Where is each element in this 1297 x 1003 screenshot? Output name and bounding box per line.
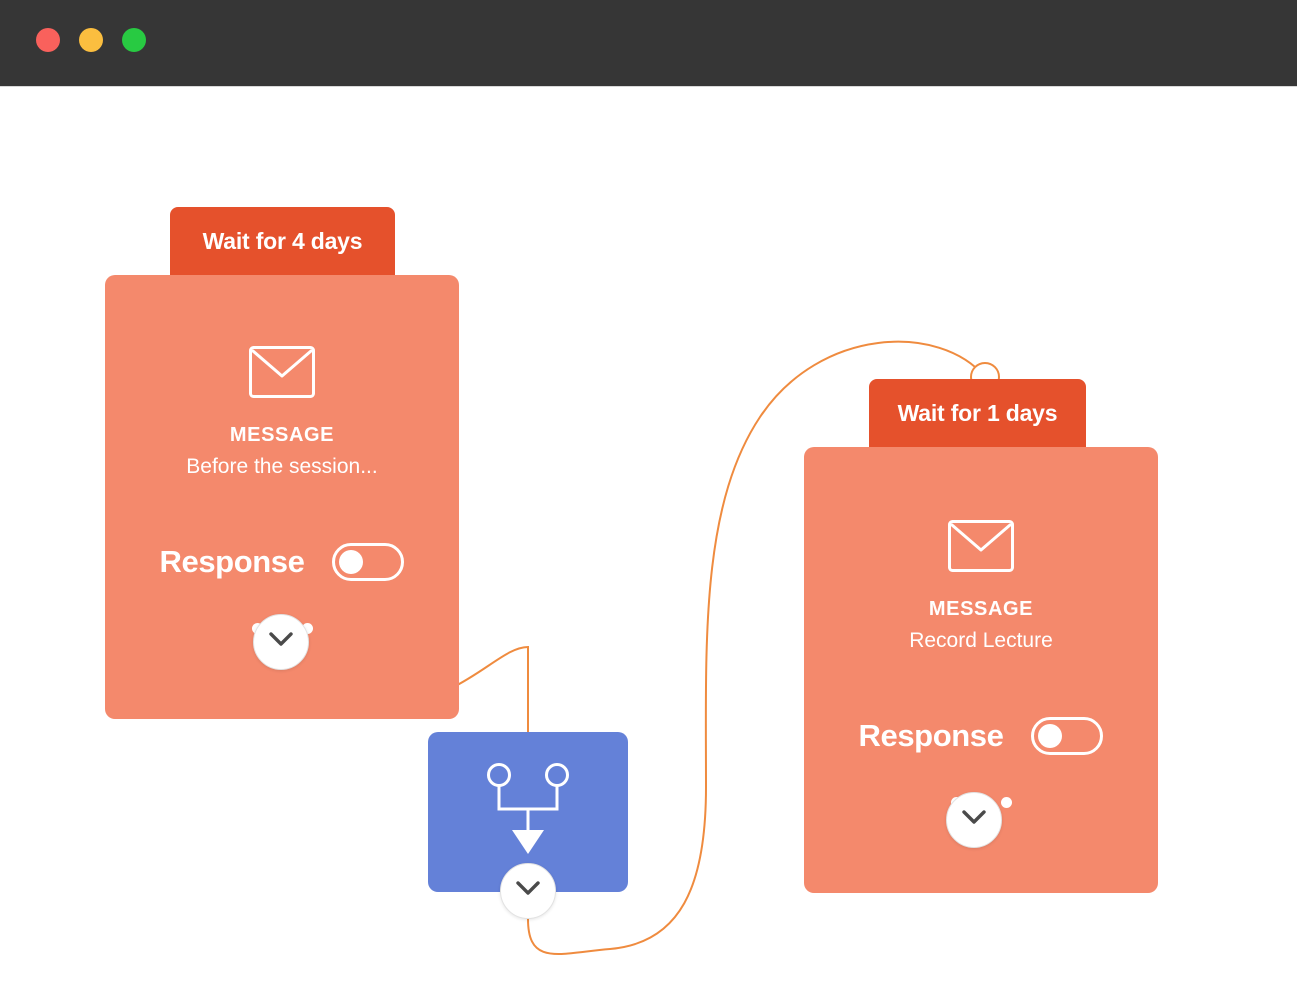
response-row: Response — [160, 543, 405, 581]
node-kind-label: MESSAGE — [229, 424, 335, 446]
envelope-icon — [249, 346, 315, 403]
node-kind-label: MESSAGE — [928, 598, 1034, 620]
envelope-icon — [948, 520, 1014, 577]
response-label: Response — [858, 718, 1004, 753]
chevron-down-icon — [269, 632, 293, 652]
close-window-button[interactable] — [36, 28, 60, 52]
node-header-wait[interactable]: Wait for 1 days — [869, 379, 1086, 447]
node-expander-button[interactable] — [946, 792, 1002, 848]
response-toggle-knob — [339, 550, 364, 574]
node-title-label: Record Lecture — [909, 629, 1053, 652]
chevron-down-icon — [516, 881, 540, 901]
overflow-dot — [1000, 797, 1012, 808]
response-toggle[interactable] — [332, 543, 405, 581]
response-label: Response — [159, 544, 305, 579]
response-toggle[interactable] — [1031, 717, 1104, 755]
workflow-canvas[interactable]: Wait for 4 days MESSAGE Before the sessi… — [0, 87, 1297, 1003]
maximize-window-button[interactable] — [122, 28, 146, 52]
window-controls — [36, 28, 146, 52]
merge-expander-button[interactable] — [500, 863, 556, 919]
window-titlebar — [0, 0, 1297, 87]
chevron-down-icon — [962, 810, 986, 830]
node-header-label: Wait for 1 days — [897, 399, 1058, 426]
merge-branches-icon — [478, 762, 578, 862]
response-toggle-knob — [1038, 724, 1063, 748]
node-header-label: Wait for 4 days — [202, 227, 363, 254]
workflow-builder-window: Wait for 4 days MESSAGE Before the sessi… — [0, 0, 1297, 1003]
node-header-wait[interactable]: Wait for 4 days — [170, 207, 395, 275]
node-expander-button[interactable] — [253, 614, 309, 670]
response-row: Response — [859, 717, 1104, 755]
node-title-label: Before the session... — [186, 455, 378, 478]
minimize-window-button[interactable] — [79, 28, 103, 52]
